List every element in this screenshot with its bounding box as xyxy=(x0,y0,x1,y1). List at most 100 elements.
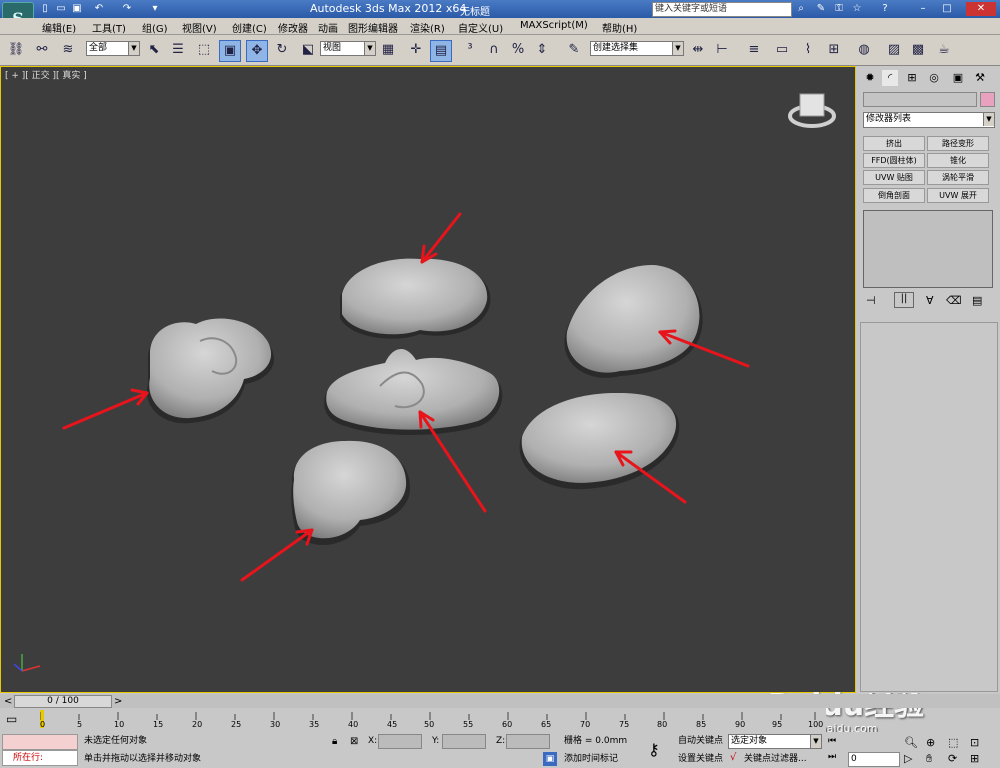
zoom-icon[interactable]: 🔍︎ xyxy=(904,736,918,749)
time-next-button[interactable]: > xyxy=(114,696,122,707)
maximize-viewport-icon[interactable]: ⊞ xyxy=(970,752,979,765)
mini-curve-editor-icon[interactable]: ▭ xyxy=(6,712,17,726)
new-icon[interactable]: ▯ xyxy=(38,2,52,16)
pin-stack-icon[interactable]: ⊣ xyxy=(866,294,876,307)
set-key-button[interactable]: 设置关键点 xyxy=(678,752,723,766)
display-tab-icon[interactable]: ▣ xyxy=(950,70,966,86)
selection-filter-dropdown[interactable]: 全部 ▼ xyxy=(86,41,140,56)
absolute-mode-icon[interactable]: ⊠ xyxy=(350,736,358,747)
configure-sets-icon[interactable]: ▤ xyxy=(972,294,982,307)
wrench-icon[interactable]: ✎ xyxy=(814,2,828,16)
zoom-all-icon[interactable]: ⊕ xyxy=(926,736,935,749)
select-by-name-icon[interactable]: ☰ xyxy=(168,40,188,60)
menu-help[interactable]: 帮助(H) xyxy=(602,20,637,35)
rock-center[interactable] xyxy=(324,349,503,435)
hierarchy-tab-icon[interactable]: ⊞ xyxy=(904,70,920,86)
align-icon[interactable]: ⊢ xyxy=(712,40,732,60)
render-setup-icon[interactable]: ▨ xyxy=(884,40,904,60)
menu-animation[interactable]: 动画 xyxy=(318,20,338,35)
menu-customize[interactable]: 自定义(U) xyxy=(458,20,503,35)
menu-maxscript[interactable]: MAXScript(M) xyxy=(520,20,588,31)
select-scale-icon[interactable]: ⬕ xyxy=(298,40,318,60)
select-object-icon[interactable]: ⬉ xyxy=(144,40,164,60)
link-icon[interactable]: ⛓ xyxy=(6,40,26,60)
pan-icon[interactable]: ✋︎ xyxy=(926,752,932,766)
menu-modifiers[interactable]: 修改器 xyxy=(278,20,308,35)
rock-left[interactable] xyxy=(146,318,274,424)
key-filters-button[interactable]: 关键点过滤器... xyxy=(744,752,807,766)
reference-coordinate-dropdown[interactable]: 视图 ▼ xyxy=(320,41,376,56)
current-frame-field[interactable]: 0 xyxy=(848,752,900,767)
binoculars-icon[interactable]: ⌕ xyxy=(794,2,808,16)
key-mode-dropdown[interactable]: 选定对象 ▼ xyxy=(728,734,822,749)
select-rotate-icon[interactable]: ↻ xyxy=(272,40,292,60)
menu-views[interactable]: 视图(V) xyxy=(182,20,217,35)
key-filter-icon[interactable]: √ xyxy=(730,752,736,763)
rendered-frame-icon[interactable]: ▩ xyxy=(908,40,928,60)
curve-editor-icon[interactable]: ⌇ xyxy=(798,40,818,60)
help-icon[interactable]: ? xyxy=(878,2,892,16)
x-coordinate-field[interactable] xyxy=(378,734,422,749)
zoom-extents-all-icon[interactable]: ⊡ xyxy=(970,736,979,749)
search-input[interactable]: 键入关键字或短语 xyxy=(652,2,792,17)
z-coordinate-field[interactable] xyxy=(506,734,550,749)
select-move-icon[interactable]: ✥ xyxy=(246,40,268,62)
key-mode-toggle-icon[interactable]: ⏭ xyxy=(828,752,836,762)
modifier-taper-button[interactable]: 锥化 xyxy=(927,153,989,168)
dropdown-icon[interactable]: ▾ xyxy=(148,2,162,16)
maxscript-listener-input[interactable] xyxy=(2,734,78,750)
modifier-stack-list[interactable] xyxy=(863,210,993,288)
minimize-icon[interactable]: – xyxy=(916,2,930,16)
rock-right-bottom[interactable] xyxy=(519,392,680,490)
goto-start-icon[interactable]: ⏮ xyxy=(828,736,836,746)
show-end-result-icon[interactable]: || xyxy=(894,292,914,308)
make-unique-icon[interactable]: ∀ xyxy=(926,294,934,307)
object-name-field[interactable] xyxy=(863,92,977,107)
y-coordinate-field[interactable] xyxy=(442,734,486,749)
modifier-ffd-cyl-button[interactable]: FFD(圆柱体) xyxy=(863,153,925,168)
modifier-uvw-map-button[interactable]: UVW 贴图 xyxy=(863,170,925,185)
rock-top-center[interactable] xyxy=(340,258,491,339)
rectangular-selection-icon[interactable]: ⬚ xyxy=(194,40,214,60)
maximize-icon[interactable]: □ xyxy=(940,2,954,16)
zoom-extents-icon[interactable]: ⬚ xyxy=(948,736,958,749)
auto-key-button[interactable]: 自动关键点 xyxy=(678,734,723,748)
material-editor-icon[interactable]: ◍ xyxy=(854,40,874,60)
redo-icon[interactable]: ↷ xyxy=(120,2,134,16)
utilities-tab-icon[interactable]: ⚒ xyxy=(972,70,988,86)
save-icon[interactable]: ▣ xyxy=(70,2,84,16)
percent-snap-icon[interactable]: % xyxy=(508,40,528,60)
time-slider[interactable]: 0 / 100 xyxy=(14,695,112,708)
mirror-icon[interactable]: ⇹ xyxy=(688,40,708,60)
open-icon[interactable]: ▭ xyxy=(54,2,68,16)
snap-toggle-icon[interactable]: ³ xyxy=(460,40,480,60)
menu-graph-editors[interactable]: 图形编辑器 xyxy=(348,20,398,35)
layer-manager-icon[interactable]: ≡ xyxy=(744,40,764,60)
time-tag-icon[interactable]: ▣ xyxy=(543,752,557,766)
add-time-tag[interactable]: 添加时间标记 xyxy=(564,752,618,766)
manipulate-icon[interactable]: ✛ xyxy=(406,40,426,60)
window-crossing-icon[interactable]: ▣ xyxy=(219,40,241,62)
unlink-icon[interactable]: ⚯ xyxy=(32,40,52,60)
create-tab-icon[interactable]: ✹ xyxy=(862,70,878,86)
orbit-icon[interactable]: ⟳ xyxy=(948,752,957,765)
angle-snap-icon[interactable]: ∩ xyxy=(484,40,504,60)
rock-right-top[interactable] xyxy=(564,264,703,378)
time-prev-button[interactable]: < xyxy=(4,696,12,707)
menu-rendering[interactable]: 渲染(R) xyxy=(410,20,445,35)
modifier-turbosmooth-button[interactable]: 涡轮平滑 xyxy=(927,170,989,185)
menu-group[interactable]: 组(G) xyxy=(142,20,168,35)
menu-edit[interactable]: 编辑(E) xyxy=(42,20,76,35)
motion-tab-icon[interactable]: ◎ xyxy=(926,70,942,86)
viewcube[interactable] xyxy=(788,93,836,128)
render-teapot-icon[interactable]: ☕ xyxy=(934,40,954,60)
modify-tab-icon[interactable]: ◜ xyxy=(882,70,898,86)
key-icon[interactable]: ⚿ xyxy=(832,2,846,16)
schematic-view-icon[interactable]: ⊞ xyxy=(824,40,844,60)
named-selection-set-dropdown[interactable]: 创建选择集 ▼ xyxy=(590,41,684,56)
pivot-center-icon[interactable]: ▦ xyxy=(378,40,398,60)
keyboard-shortcut-icon[interactable]: ▤ xyxy=(430,40,452,62)
modifier-list-dropdown[interactable]: 修改器列表 ▼ xyxy=(863,112,995,128)
star-icon[interactable]: ☆ xyxy=(850,2,864,16)
spinner-snap-icon[interactable]: ⇕ xyxy=(532,40,552,60)
